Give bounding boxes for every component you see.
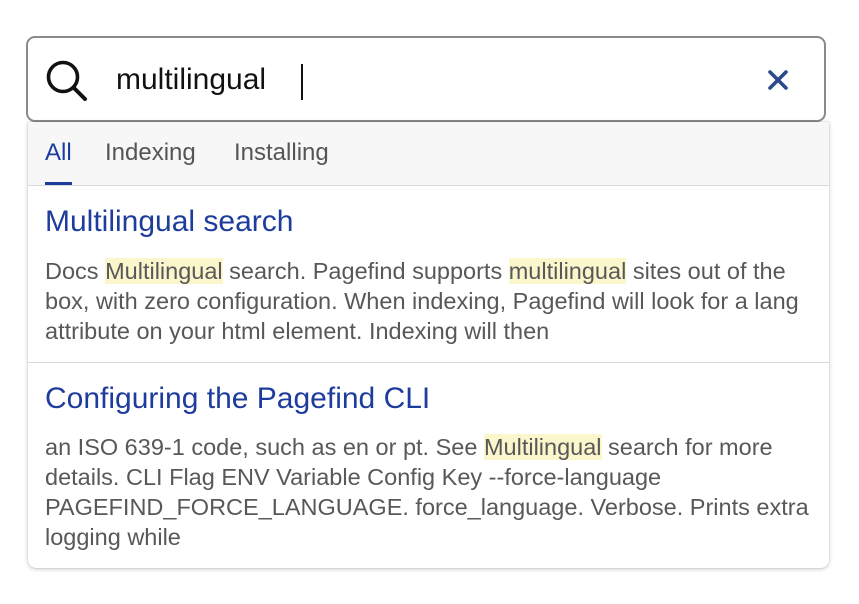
search-results-panel: All Indexing Installing Multilingual sea… bbox=[28, 122, 829, 568]
search-term-highlight: Multilingual bbox=[483, 434, 602, 460]
result-excerpt: Docs Multilingual search. Pagefind suppo… bbox=[45, 256, 825, 346]
tab-all[interactable]: All bbox=[45, 139, 72, 167]
search-result: Multilingual search Docs Multilingual se… bbox=[28, 186, 829, 363]
text-caret bbox=[301, 64, 303, 100]
search-term-highlight: Multilingual bbox=[105, 258, 223, 284]
search-result: Configuring the Pagefind CLI an ISO 639-… bbox=[28, 363, 829, 568]
search-box[interactable] bbox=[26, 36, 826, 122]
excerpt-text: Docs bbox=[45, 258, 106, 284]
search-term-highlight: multilingual bbox=[508, 258, 627, 284]
tab-installing[interactable]: Installing bbox=[234, 139, 329, 167]
active-tab-indicator bbox=[45, 182, 72, 185]
search-input[interactable] bbox=[116, 58, 736, 102]
result-excerpt: an ISO 639-1 code, such as en or pt. See… bbox=[45, 432, 825, 552]
result-title-link[interactable]: Configuring the Pagefind CLI bbox=[45, 381, 430, 417]
tab-indexing[interactable]: Indexing bbox=[105, 139, 196, 167]
search-icon bbox=[46, 60, 87, 101]
result-title-link[interactable]: Multilingual search bbox=[45, 204, 293, 240]
filter-tabs: All Indexing Installing bbox=[28, 122, 829, 186]
clear-search-button[interactable] bbox=[762, 64, 794, 96]
excerpt-text: an ISO 639-1 code, such as en or pt. See bbox=[45, 434, 484, 460]
excerpt-text: search. Pagefind supports bbox=[222, 258, 509, 284]
search-widget bbox=[26, 36, 826, 122]
